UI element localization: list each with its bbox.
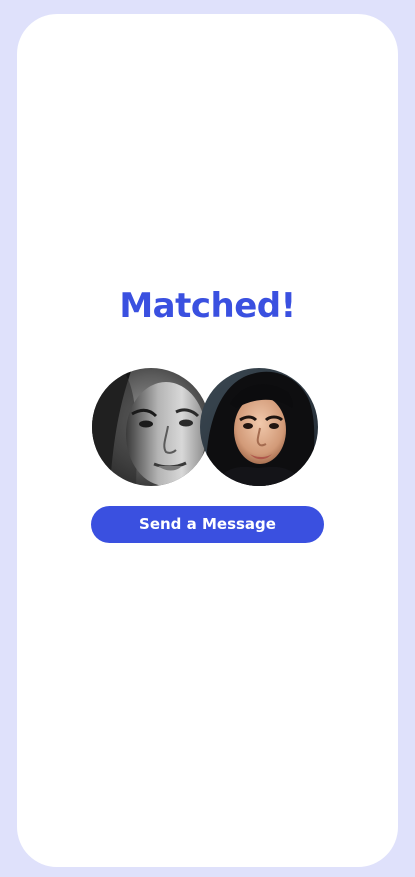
send-message-button[interactable]: Send a Message [91, 506, 324, 543]
matched-title: Matched! [119, 286, 296, 326]
avatar-color-photo-icon [200, 368, 318, 486]
avatar-right [200, 368, 318, 486]
avatar-left [92, 368, 210, 486]
avatar-grayscale-photo-icon [92, 368, 210, 486]
